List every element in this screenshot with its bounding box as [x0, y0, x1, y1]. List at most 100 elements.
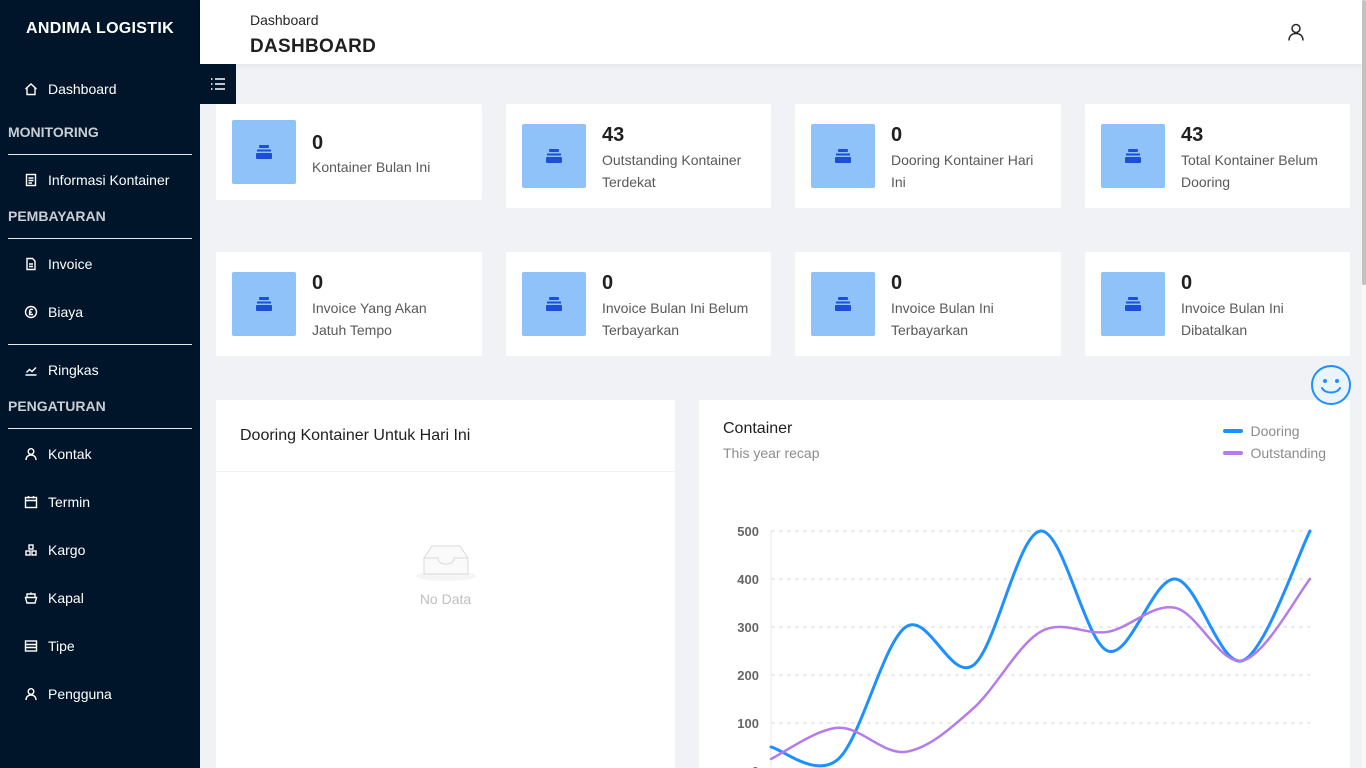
sidebar-item-informasi-kontainer[interactable]: Informasi Kontainer — [0, 156, 200, 204]
menu-list-icon — [211, 78, 225, 90]
user-icon — [25, 448, 37, 461]
y-tick-label: 400 — [737, 572, 759, 587]
file-list-icon — [25, 173, 37, 187]
sidebar-item-kapal[interactable]: Kapal — [0, 574, 200, 622]
user-account-icon[interactable] — [1286, 22, 1306, 42]
stat-value: 0 — [1181, 272, 1193, 294]
sidebar-item-pengguna[interactable]: Pengguna — [0, 670, 200, 718]
stat-card: 43 Outstanding Kontainer Terdekat — [506, 104, 771, 208]
divider — [8, 154, 192, 155]
stat-card: 0 Invoice Yang Akan Jatuh Tempo — [216, 252, 482, 356]
stat-label: Dooring Kontainer Hari Ini — [891, 152, 1034, 190]
y-tick-label: 500 — [737, 524, 759, 539]
sidebar-item-biaya[interactable]: Biaya — [0, 288, 200, 336]
user-icon — [25, 688, 37, 701]
section-pembayaran: PEMBAYARAN — [8, 208, 106, 224]
page-title: DASHBOARD — [250, 36, 377, 57]
calendar-icon — [24, 496, 38, 509]
container-chart-panel: Container This year recap Dooring Outsta… — [699, 400, 1350, 768]
line-chart: 0 100 200 300 400 500 — [737, 524, 1312, 768]
home-icon — [25, 83, 37, 96]
stat-icon-box — [232, 120, 296, 184]
inbox-stack-icon — [1125, 149, 1141, 163]
empty-inbox-icon — [415, 545, 476, 581]
stat-label: Invoice Bulan Ini Terbayarkan — [891, 300, 994, 338]
stat-icon-box — [522, 272, 586, 336]
scrollbar-thumb[interactable] — [1362, 0, 1366, 285]
sidebar-item-label: Invoice — [48, 256, 93, 272]
stat-icon-box — [522, 124, 586, 188]
stat-label: Kontainer Bulan Ini — [312, 159, 431, 175]
stat-card: 0 Invoice Bulan Ini Terbayarkan — [795, 252, 1061, 356]
inbox-stack-icon — [256, 145, 272, 159]
pound-circle-icon — [24, 305, 38, 319]
sidebar-item-label: Dashboard — [48, 81, 117, 97]
sidebar-item-label: Kontak — [48, 446, 92, 462]
sidebar-item-label: Informasi Kontainer — [48, 172, 170, 188]
stat-value: 0 — [602, 272, 614, 294]
stat-value: 0 — [891, 124, 903, 146]
stat-icon-box — [1101, 124, 1165, 188]
stat-icon-box — [811, 124, 875, 188]
sidebar-item-tipe[interactable]: Tipe — [0, 622, 200, 670]
sidebar-item-dashboard[interactable]: Dashboard — [0, 65, 200, 113]
sidebar-item-label: Kargo — [48, 542, 86, 558]
empty-text: No Data — [419, 591, 472, 607]
stat-label: Invoice Yang Akan Jatuh Tempo — [312, 300, 427, 338]
y-tick-label: 300 — [737, 620, 759, 635]
inbox-stack-icon — [1125, 297, 1141, 311]
stat-value: 0 — [312, 132, 324, 154]
sidebar-item-termin[interactable]: Termin — [0, 478, 200, 526]
section-pengaturan: PENGATURAN — [8, 398, 106, 414]
stat-value: 0 — [891, 272, 903, 294]
stat-value: 43 — [1181, 124, 1204, 146]
y-tick-label: 0 — [752, 764, 759, 768]
sidebar-item-label: Kapal — [48, 590, 84, 606]
stat-value: 0 — [312, 272, 324, 294]
stat-icon-box — [811, 272, 875, 336]
divider — [8, 238, 192, 239]
line-chart-icon — [25, 367, 37, 376]
stat-label: Outstanding Kontainer Terdekat — [602, 152, 742, 190]
sidebar-item-label: Pengguna — [48, 686, 112, 702]
stat-card: 43 Total Kontainer Belum Dooring — [1085, 104, 1350, 208]
dooring-today-panel: Dooring Kontainer Untuk Hari Ini No Data — [216, 400, 675, 768]
scrollbar[interactable] — [1362, 0, 1366, 768]
stat-value: 43 — [602, 124, 625, 146]
divider — [8, 428, 192, 429]
stat-icon-box — [232, 272, 296, 336]
divider — [8, 344, 192, 345]
sidebar: ANDIMA LOGISTIK Dashboard MONITORING Inf… — [0, 0, 200, 768]
sidebar-item-label: Biaya — [48, 304, 84, 320]
sidebar-toggle-button[interactable] — [200, 64, 236, 104]
inbox-stack-icon — [546, 149, 562, 163]
stat-label: Total Kontainer Belum Dooring — [1181, 152, 1318, 190]
inbox-stack-icon — [835, 149, 851, 163]
sidebar-item-label: Termin — [48, 494, 91, 510]
stat-card: 0 Kontainer Bulan Ini — [216, 104, 482, 200]
layout-icon — [24, 640, 38, 652]
sidebar-item-kargo[interactable]: Kargo — [0, 526, 200, 574]
empty-state: No Data — [216, 540, 675, 607]
sidebar-item-ringkas[interactable]: Ringkas — [0, 346, 200, 394]
ship-icon — [24, 592, 38, 604]
y-tick-label: 200 — [737, 668, 759, 683]
stat-icon-box — [1101, 272, 1165, 336]
breadcrumb[interactable]: Dashboard — [250, 12, 319, 28]
brand-logo: ANDIMA LOGISTIK — [26, 20, 174, 37]
sidebar-item-invoice[interactable]: Invoice — [0, 240, 200, 288]
stat-card: 0 Invoice Bulan Ini Dibatalkan — [1085, 252, 1350, 356]
panel-title: Dooring Kontainer Untuk Hari Ini — [216, 400, 675, 472]
y-tick-label: 100 — [737, 716, 759, 731]
stat-card: 0 Invoice Bulan Ini Belum Terbayarkan — [506, 252, 771, 356]
series-line-outstanding — [769, 577, 1312, 761]
stat-label: Invoice Bulan Ini Belum Terbayarkan — [602, 300, 749, 338]
header: Dashboard DASHBOARD — [200, 0, 1362, 64]
boxes-icon — [25, 544, 37, 556]
stat-card: 0 Dooring Kontainer Hari Ini — [795, 104, 1061, 208]
sidebar-item-label: Tipe — [48, 638, 75, 654]
section-monitoring: MONITORING — [8, 124, 99, 140]
smiley-feedback-icon[interactable] — [1310, 364, 1352, 406]
stat-label: Invoice Bulan Ini Dibatalkan — [1181, 300, 1284, 338]
sidebar-item-kontak[interactable]: Kontak — [0, 430, 200, 478]
